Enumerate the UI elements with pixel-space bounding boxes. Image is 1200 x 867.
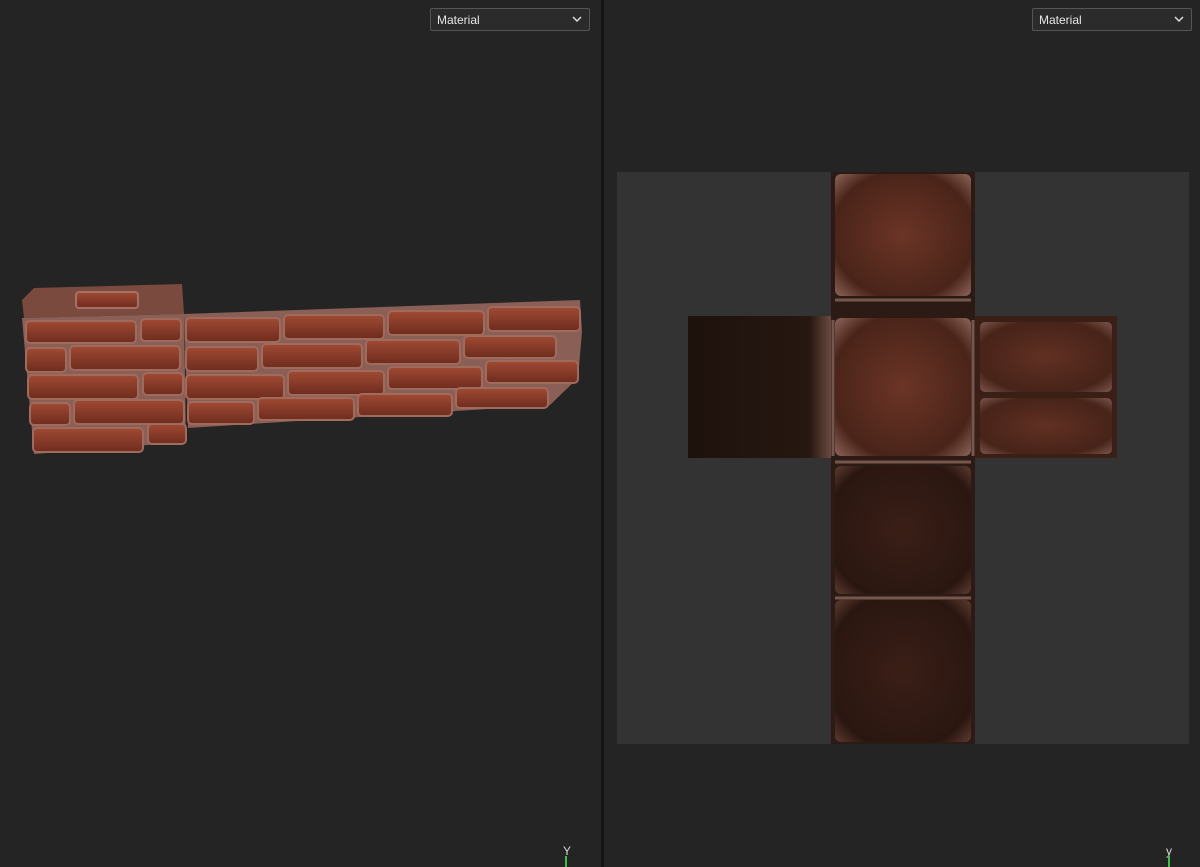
axis-gizmo-icon: Y bbox=[561, 845, 575, 867]
shading-mode-select[interactable]: Material bbox=[1032, 8, 1192, 31]
chevron-down-icon bbox=[572, 16, 582, 23]
shading-mode-label: Material bbox=[437, 12, 480, 27]
uv-layout-canvas[interactable] bbox=[604, 0, 1200, 867]
axis-y-line bbox=[565, 856, 567, 867]
editor-window: Material Y Material y bbox=[0, 0, 1200, 867]
brick-wall-mesh[interactable] bbox=[0, 0, 601, 867]
chevron-down-icon bbox=[1174, 16, 1184, 23]
shading-mode-select[interactable]: Material bbox=[430, 8, 590, 31]
axis-y-line bbox=[1168, 856, 1170, 867]
axis-gizmo-icon: y bbox=[1164, 845, 1178, 867]
3d-viewport[interactable]: Material Y bbox=[0, 0, 601, 867]
shading-mode-label: Material bbox=[1039, 12, 1082, 27]
uv-viewport[interactable]: Material y bbox=[604, 0, 1200, 867]
